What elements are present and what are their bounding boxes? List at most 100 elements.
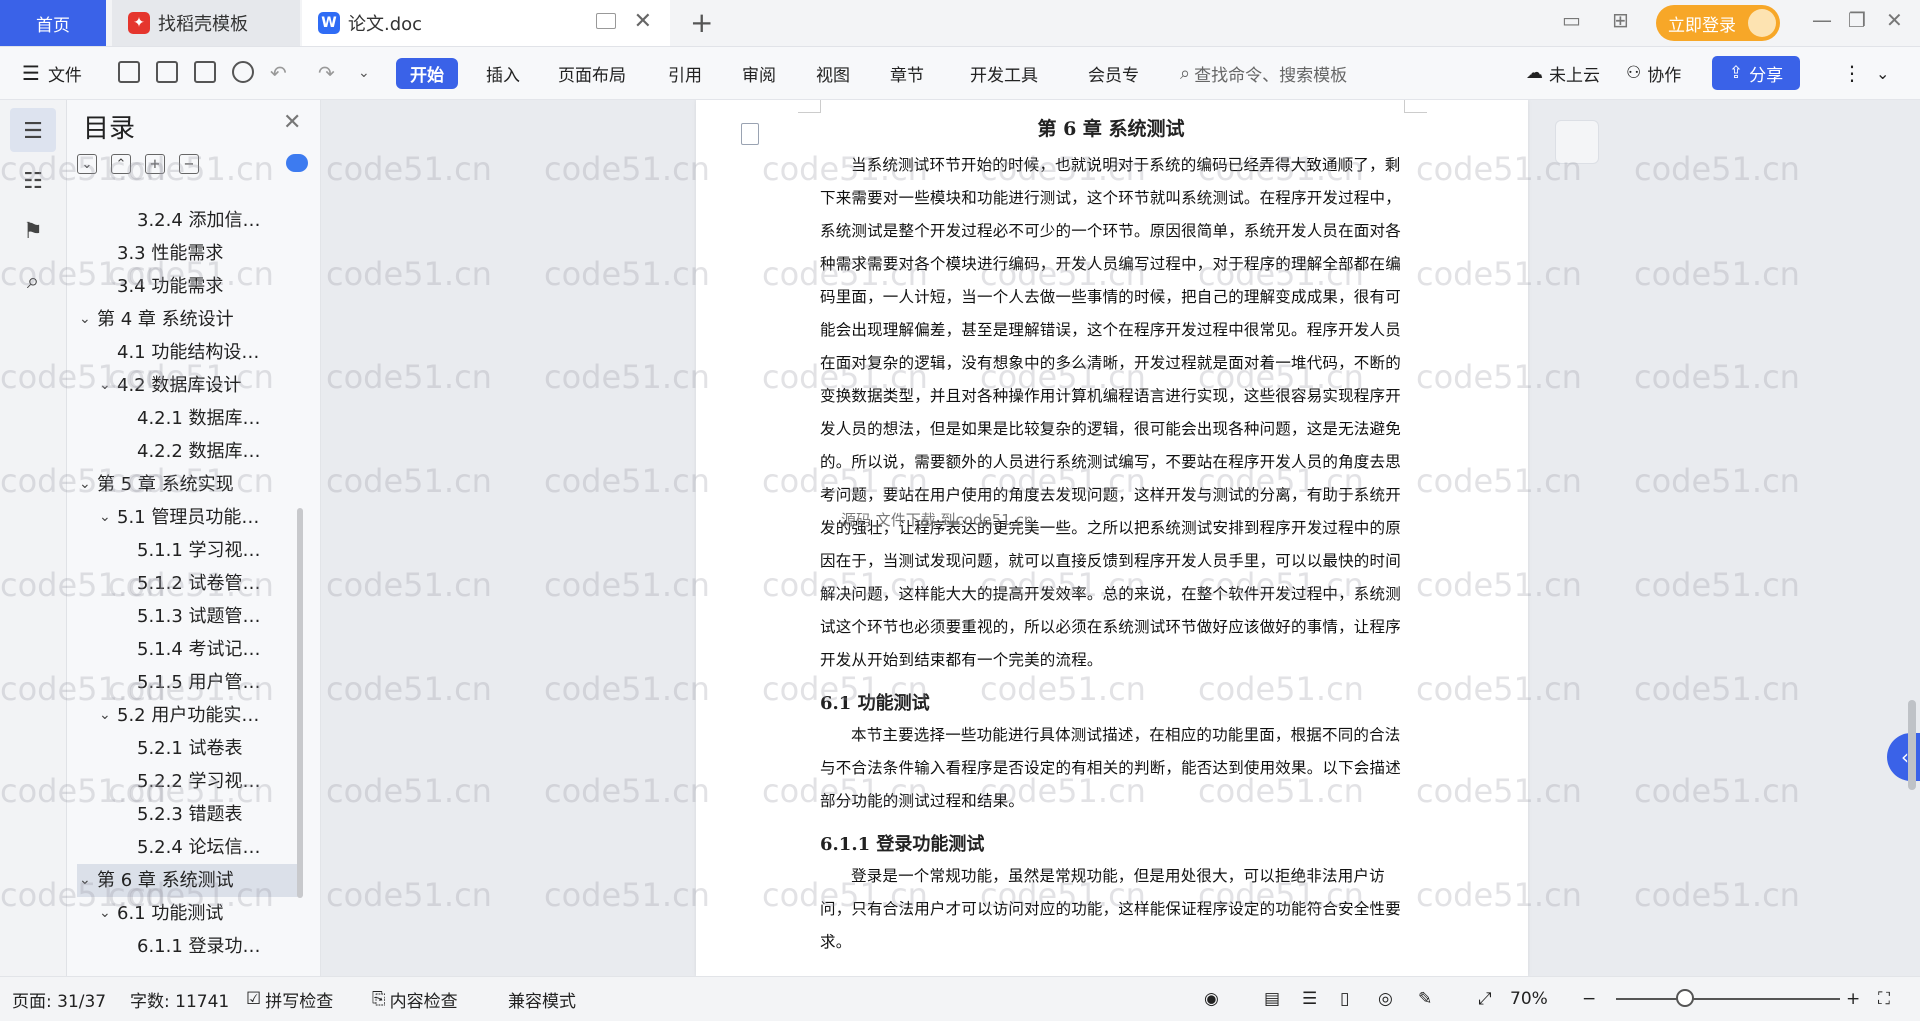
add-level-icon[interactable]: + <box>145 154 165 174</box>
word-count[interactable]: 字数: 11741 <box>130 977 229 1021</box>
tab-page-layout[interactable]: 页面布局 <box>558 47 626 99</box>
eye-icon[interactable]: ◉ <box>1204 977 1219 1021</box>
fullscreen-icon[interactable]: ⛶ <box>1878 977 1890 1021</box>
scroll-thumb[interactable] <box>1908 700 1916 790</box>
close-tab-icon[interactable]: ✕ <box>634 9 652 34</box>
tab-home-ribbon[interactable]: 开始 <box>396 47 458 99</box>
toc-item[interactable]: 3.3 性能需求 <box>77 237 301 270</box>
tab-docer-templates[interactable]: ✦ 找稻壳模板 <box>112 0 300 46</box>
toc-item[interactable]: 5.2.1 试卷表 <box>77 732 301 765</box>
page-indicator[interactable]: 页面: 31/37 <box>12 977 106 1021</box>
content-check-label: 内容检查 <box>389 991 458 1012</box>
toc-item-label: 6.1.1 登录功… <box>137 936 261 957</box>
toc-item[interactable]: 5.1.1 学习视… <box>77 534 301 567</box>
toc-item[interactable]: 5.2.4 论坛信… <box>77 831 301 864</box>
reading-view-icon[interactable]: ▯ <box>1340 977 1349 1021</box>
toc-item[interactable]: 4.2.2 数据库… <box>77 435 301 468</box>
toc-item[interactable]: ⌄ 第 4 章 系统设计 <box>77 303 301 336</box>
toc-item[interactable]: ⌄ 第 5 章 系统实现 <box>77 468 301 501</box>
tab-chapter[interactable]: 章节 <box>890 47 924 99</box>
toc-icon[interactable]: ☰ <box>20 118 46 144</box>
toc-item[interactable]: 5.1.2 试卷管… <box>77 567 301 600</box>
chevron-down-icon[interactable]: ⌄ <box>79 303 91 336</box>
page-menu-icon[interactable] <box>741 123 759 145</box>
print-icon[interactable] <box>194 61 216 83</box>
layout-icon[interactable]: ▭ <box>1562 8 1581 32</box>
toc-item[interactable]: 5.2.2 学习视… <box>77 765 301 798</box>
toc-item[interactable]: ⌄ 6.1 功能测试 <box>77 897 301 930</box>
collaborate-button[interactable]: ⚇ 协作 <box>1626 47 1681 99</box>
chevron-down-icon[interactable]: ⌄ <box>99 369 111 402</box>
zoom-in-icon[interactable]: + <box>1846 977 1860 1021</box>
undo-icon[interactable]: ↶ <box>270 47 287 99</box>
file-menu[interactable]: ☰ 文件 <box>22 47 82 99</box>
toc-item[interactable]: 5.1.5 用户管… <box>77 666 301 699</box>
preview-icon[interactable] <box>232 61 254 83</box>
tab-review[interactable]: 审阅 <box>742 47 776 99</box>
minimize-icon[interactable]: — <box>1812 8 1832 32</box>
fit-icon[interactable]: ⤢ <box>1478 977 1492 1021</box>
tab-member[interactable]: 会员专 <box>1088 47 1139 99</box>
new-tab-icon[interactable]: + <box>690 6 713 39</box>
toc-item[interactable]: ⌄ 5.1 管理员功能… <box>77 501 301 534</box>
apps-grid-icon[interactable]: ⊞ <box>1612 8 1629 32</box>
outline-icon[interactable]: ☷ <box>20 168 46 194</box>
zoom-slider[interactable] <box>1616 998 1840 1000</box>
restore-icon[interactable]: ❐ <box>1848 8 1866 32</box>
tab-insert[interactable]: 插入 <box>486 47 520 99</box>
toc-item[interactable]: 3.2.4 添加信… <box>77 204 301 237</box>
zoom-out-icon[interactable]: − <box>1582 977 1596 1021</box>
toc-item[interactable]: ⌄ 5.2 用户功能实… <box>77 699 301 732</box>
chevron-down-icon[interactable]: ⌄ <box>79 864 91 897</box>
chevron-down-icon[interactable]: ⌄ <box>99 699 111 732</box>
toc-close-icon[interactable]: ✕ <box>283 110 301 135</box>
chevron-down-icon[interactable]: ⌄ <box>99 897 111 930</box>
expand-up-icon[interactable]: ⌃ <box>111 154 131 174</box>
float-panel-toggle-icon[interactable] <box>1555 120 1599 164</box>
remove-level-icon[interactable]: − <box>179 154 199 174</box>
chevron-down-icon[interactable]: ⌄ <box>99 501 111 534</box>
spell-check[interactable]: ☑ 拼写检查 <box>246 977 333 1021</box>
pen-icon[interactable]: ✎ <box>1418 977 1432 1021</box>
toc-item[interactable]: 5.1.3 试题管… <box>77 600 301 633</box>
tab-home[interactable]: 首页 <box>0 0 106 46</box>
tab-document[interactable]: W 论文.doc ✕ <box>302 0 670 46</box>
tab-developer[interactable]: 开发工具 <box>970 47 1038 99</box>
vertical-scrollbar[interactable] <box>1905 110 1917 960</box>
screen-icon[interactable] <box>596 13 616 29</box>
export-icon[interactable] <box>156 61 178 83</box>
toc-item[interactable]: 5.2.3 错题表 <box>77 798 301 831</box>
zoom-level[interactable]: 70% <box>1510 977 1548 1021</box>
login-button[interactable]: 立即登录 <box>1656 5 1780 41</box>
toc-item[interactable]: 5.1.4 考试记… <box>77 633 301 666</box>
chevron-down-icon[interactable]: ⌄ <box>79 468 91 501</box>
toc-item[interactable]: ⌄ 4.2 数据库设计 <box>77 369 301 402</box>
zoom-slider-thumb[interactable] <box>1676 989 1694 1007</box>
command-search[interactable]: ⌕ 查找命令、搜索模板 <box>1180 47 1347 99</box>
cloud-status[interactable]: ☁ 未上云 <box>1526 47 1600 99</box>
toc-item[interactable]: 3.4 功能需求 <box>77 270 301 303</box>
search-panel-icon[interactable]: ⌕ <box>20 268 46 294</box>
bookmark-icon[interactable]: ⚑ <box>20 218 46 244</box>
close-window-icon[interactable]: ✕ <box>1886 8 1903 32</box>
content-check[interactable]: ⎘ 内容检查 <box>372 977 458 1021</box>
tab-references[interactable]: 引用 <box>668 47 702 99</box>
save-icon[interactable] <box>118 61 140 83</box>
toc-item[interactable]: 4.2.1 数据库… <box>77 402 301 435</box>
collapse-all-icon[interactable]: ⌄ <box>77 154 97 174</box>
quick-access-dropdown-icon[interactable]: ⌄ <box>358 47 370 99</box>
toc-item[interactable]: ⌄ 第 6 章 系统测试 <box>77 864 301 897</box>
more-icon[interactable]: ⋮ <box>1842 47 1862 99</box>
login-button-label: 立即登录 <box>1668 15 1736 36</box>
share-button[interactable]: ⇪ 分享 <box>1712 56 1800 90</box>
tab-view[interactable]: 视图 <box>816 47 850 99</box>
toc-item[interactable]: 6.1.1 登录功… <box>77 930 301 963</box>
toc-scrollbar[interactable] <box>297 508 303 898</box>
ai-assistant-icon[interactable] <box>286 154 308 172</box>
web-view-icon[interactable]: ◎ <box>1378 977 1393 1021</box>
redo-icon[interactable]: ↷ <box>318 47 335 99</box>
toc-item[interactable]: 4.1 功能结构设… <box>77 336 301 369</box>
outline-view-icon[interactable]: ☰ <box>1302 977 1317 1021</box>
collapse-ribbon-icon[interactable]: ⌄ <box>1876 47 1889 99</box>
page-view-icon[interactable]: ▤ <box>1264 977 1280 1021</box>
